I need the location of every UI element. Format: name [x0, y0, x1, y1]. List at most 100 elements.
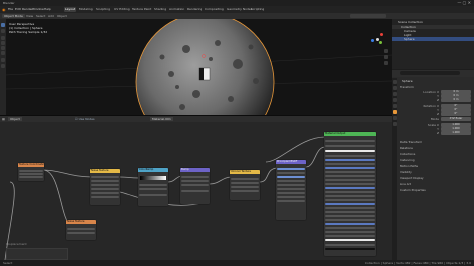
- object-dropdown[interactable]: Object: [8, 117, 22, 121]
- camera-view-icon[interactable]: [384, 61, 388, 65]
- node-voronoi-texture[interactable]: Voronoi Texture: [230, 170, 260, 200]
- node-title: Principled BSDF: [276, 160, 306, 164]
- properties-search-input[interactable]: [400, 71, 460, 75]
- node-title: Texture Coordinate: [18, 163, 44, 167]
- world-tab-icon[interactable]: [392, 104, 397, 108]
- tool-tab-icon[interactable]: [392, 80, 397, 84]
- panel-motion-paths[interactable]: Motion Paths: [400, 164, 418, 168]
- panel-relations[interactable]: Relations: [400, 146, 413, 150]
- transform-tool-icon[interactable]: [1, 51, 5, 55]
- modifier-tab-icon[interactable]: [392, 116, 397, 120]
- editor-type-icon[interactable]: ▦: [2, 117, 5, 121]
- rotate-tool-icon[interactable]: [1, 41, 5, 45]
- window-title: Blender: [3, 1, 15, 5]
- rotation-mode-dropdown[interactable]: XYZ Euler: [441, 117, 471, 121]
- panel-collections[interactable]: Collections: [400, 152, 415, 156]
- location-z-field[interactable]: 0 m: [441, 98, 471, 102]
- measure-tool-icon[interactable]: [1, 64, 5, 68]
- properties-header: [392, 70, 474, 77]
- color-ramp-gradient[interactable]: [140, 176, 166, 180]
- tab-texture-paint[interactable]: Texture Paint: [131, 7, 152, 12]
- scene-tab-icon[interactable]: [392, 98, 397, 102]
- material-slot-dropdown[interactable]: Material.001: [150, 117, 173, 121]
- tab-uv-editing[interactable]: UV Editing: [113, 7, 131, 12]
- properties-editor: Sphere Transform Location X 0 m Y 0 m Z …: [392, 70, 474, 260]
- outliner-row-sphere[interactable]: Sphere: [392, 37, 474, 41]
- shading-buttons[interactable]: [350, 14, 386, 18]
- panel-visibility[interactable]: Visibility: [400, 170, 412, 174]
- object-menu[interactable]: Object: [57, 14, 67, 18]
- panel-delta-transform[interactable]: Delta Transform: [400, 140, 422, 144]
- outliner-header: [392, 13, 474, 19]
- tab-scripting[interactable]: Scripting: [250, 7, 265, 12]
- scale-z-field[interactable]: 1.000: [441, 131, 471, 135]
- material-tab-icon[interactable]: [392, 122, 397, 126]
- outliner-scene-collection[interactable]: Scene Collection: [398, 20, 423, 24]
- add-menu[interactable]: Add: [48, 14, 54, 18]
- view-menu[interactable]: View: [26, 14, 33, 18]
- tab-animation[interactable]: Animation: [168, 7, 185, 12]
- object-mode-dropdown[interactable]: Object Mode: [2, 14, 25, 18]
- tab-compositing[interactable]: Compositing: [204, 7, 225, 12]
- object-name-field[interactable]: Sphere: [402, 79, 413, 83]
- properties-tabs: [392, 78, 397, 260]
- status-left: Select: [3, 261, 13, 265]
- move-tool-icon[interactable]: [1, 36, 5, 40]
- navigation-gizmo[interactable]: [371, 33, 385, 47]
- outliner-item-label: Sphere: [404, 37, 415, 41]
- tab-shading[interactable]: Shading: [153, 7, 167, 12]
- panel-instancing[interactable]: Instancing: [400, 158, 415, 162]
- frame-label: Displacement: [6, 242, 27, 246]
- panel-line-art[interactable]: Line Art: [400, 182, 411, 186]
- use-nodes-toggle[interactable]: ☑ Use Nodes: [75, 117, 95, 121]
- scale-z-row: Z 1.000: [399, 131, 473, 135]
- cursor-tool-icon[interactable]: [1, 29, 5, 33]
- node-title: Noise Texture: [90, 169, 120, 173]
- location-z-row: Z 0 m: [399, 98, 473, 102]
- tab-sculpting[interactable]: Sculpting: [95, 7, 111, 12]
- node-noise-texture[interactable]: Noise Texture: [90, 169, 120, 205]
- rotation-mode-row: Mode XYZ Euler: [399, 117, 473, 121]
- pan-icon[interactable]: [384, 55, 388, 59]
- panel-transform[interactable]: Transform: [400, 85, 414, 89]
- shader-node-editor[interactable]: Texture Coordinate Noise Texture ColorRa…: [0, 122, 392, 260]
- viewport-info-line3: Path Tracing Sample 1/32: [9, 30, 48, 34]
- panel-viewport-display[interactable]: Viewport Display: [400, 176, 424, 180]
- node-title: Voronoi Texture: [230, 170, 260, 174]
- node-noise-texture-2[interactable]: Noise Texture: [66, 220, 96, 240]
- menu-window[interactable]: Window: [32, 7, 44, 11]
- rotation-z-field[interactable]: 0°: [441, 112, 471, 116]
- 3d-viewport[interactable]: User Perspective (1) Collection | Sphere…: [6, 19, 392, 115]
- select-tool-icon[interactable]: [1, 23, 5, 27]
- node-title: Noise Texture: [66, 220, 96, 224]
- node-material-output[interactable]: Material Output: [324, 132, 376, 256]
- annotate-tool-icon[interactable]: [1, 58, 5, 62]
- render-tab-icon[interactable]: [392, 86, 397, 90]
- status-bar: Select Collection | Sphere | Verts:482 |…: [0, 260, 474, 266]
- select-menu[interactable]: Select: [36, 14, 45, 18]
- node-principled-bsdf[interactable]: Principled BSDF: [276, 160, 306, 220]
- node-texture-coordinate[interactable]: Texture Coordinate: [18, 163, 44, 181]
- rotation-z-row: Z 0°: [399, 112, 473, 116]
- frame-node[interactable]: [6, 248, 68, 260]
- output-tab-icon[interactable]: [392, 92, 397, 96]
- menu-help[interactable]: Help: [44, 7, 51, 11]
- tab-rendering[interactable]: Rendering: [186, 7, 203, 12]
- sphere-object: [136, 19, 274, 115]
- node-colorramp[interactable]: ColorRamp: [138, 168, 168, 206]
- zoom-icon[interactable]: [384, 49, 388, 53]
- node-title: Bump: [180, 168, 210, 172]
- menu-edit[interactable]: Edit: [15, 7, 21, 11]
- window-controls-icon[interactable]: — ▢ ✕: [457, 0, 471, 5]
- tab-layout[interactable]: Layout: [64, 7, 77, 12]
- scale-tool-icon[interactable]: [1, 46, 5, 50]
- blender-logo-icon[interactable]: ◉: [2, 7, 6, 12]
- node-title: Material Output: [324, 132, 376, 136]
- tab-modeling[interactable]: Modeling: [78, 7, 94, 12]
- moon-render: [6, 19, 392, 115]
- panel-custom-properties[interactable]: Custom Properties: [400, 188, 426, 192]
- object-tab-icon[interactable]: [392, 110, 397, 114]
- menu-file[interactable]: File: [8, 7, 13, 11]
- status-right: Collection | Sphere | Verts:482 | Faces:…: [364, 261, 471, 265]
- node-bump[interactable]: Bump: [180, 168, 210, 204]
